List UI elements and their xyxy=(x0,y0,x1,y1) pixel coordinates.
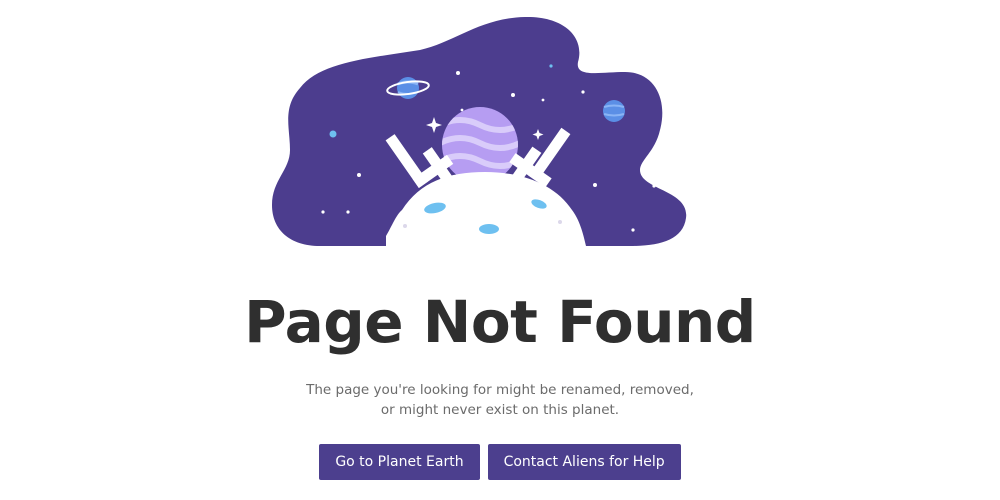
action-buttons: Go to Planet Earth Contact Aliens for He… xyxy=(0,444,1000,480)
go-home-button[interactable]: Go to Planet Earth xyxy=(319,444,480,480)
error-message-line-1: The page you're looking for might be ren… xyxy=(306,382,694,398)
not-found-page: Page Not Found The page you're looking f… xyxy=(0,0,1000,500)
blue-star-small xyxy=(549,64,553,68)
error-message: The page you're looking for might be ren… xyxy=(0,380,1000,420)
error-message-line-2: or might never exist on this planet. xyxy=(380,402,620,418)
space-404-illustration xyxy=(0,0,1000,260)
contact-help-button[interactable]: Contact Aliens for Help xyxy=(487,444,681,480)
blue-star xyxy=(329,130,337,138)
space-404-svg xyxy=(272,16,687,246)
page-title: Page Not Found xyxy=(244,288,756,356)
small-planet-icon xyxy=(603,100,625,122)
